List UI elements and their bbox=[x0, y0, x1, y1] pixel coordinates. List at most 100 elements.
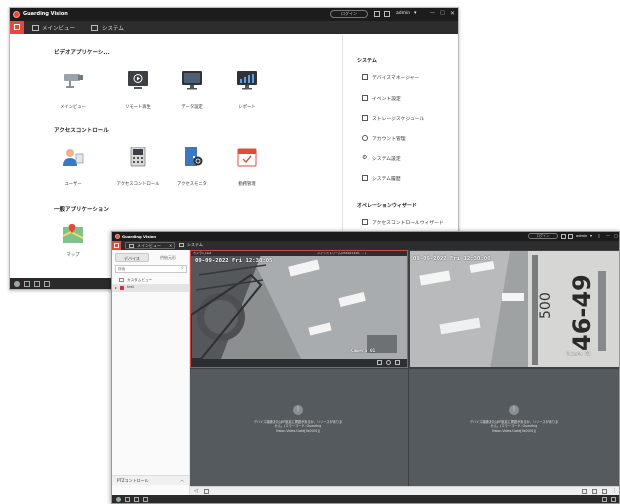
tile-label: リモート再生 bbox=[125, 105, 151, 110]
minimize-icon[interactable]: — bbox=[606, 233, 610, 238]
tile-label: データ設定 bbox=[181, 105, 203, 110]
tree-item-test[interactable]: ▸ test bbox=[112, 284, 189, 292]
osd-timestamp: 09-09-2022 Fri 12:30:05 bbox=[195, 258, 273, 264]
expand-icon[interactable]: ▸ bbox=[115, 285, 117, 290]
maximize-icon[interactable]: □ bbox=[440, 10, 445, 16]
snapshot-icon[interactable] bbox=[377, 360, 382, 365]
system-icon bbox=[91, 25, 98, 31]
volume-icon[interactable] bbox=[34, 281, 40, 287]
more-icon[interactable]: ⋮ bbox=[612, 488, 617, 494]
door-monitor-icon bbox=[185, 147, 203, 166]
close-icon[interactable]: ✕ bbox=[450, 10, 455, 17]
stop-all-icon[interactable] bbox=[204, 489, 209, 494]
close-tab-icon[interactable]: × bbox=[169, 243, 172, 248]
tab-device[interactable]: デバイス bbox=[115, 253, 149, 262]
cell-header: カメラ1_test メインストリーム(2560x1440, ... ) bbox=[191, 251, 407, 256]
chevron-up-icon[interactable]: ︿ bbox=[180, 477, 184, 483]
video-cell-2[interactable]: 500 46-49 09-09-2022 Fri 12:30:06 Camera… bbox=[409, 250, 619, 368]
live-view-window: Guarding Vision ログイン admin ▾ ▯ — □ メインビュ… bbox=[111, 231, 620, 504]
tab-system[interactable]: システム bbox=[102, 24, 124, 32]
tree-item-custom-view[interactable]: カスタムビュー bbox=[115, 277, 187, 284]
user-name[interactable]: admin bbox=[396, 11, 410, 16]
status-bar bbox=[112, 495, 619, 503]
monitor-icon bbox=[182, 71, 202, 90]
user-dropdown-icon[interactable]: ▾ bbox=[414, 10, 417, 16]
minimize-icon[interactable]: — bbox=[430, 10, 435, 16]
layout-icon[interactable] bbox=[582, 489, 587, 494]
lock-icon[interactable] bbox=[568, 234, 573, 239]
search-input[interactable] bbox=[115, 265, 187, 273]
lock-icon[interactable] bbox=[24, 281, 30, 287]
device-panel: デバイス 供給元形 ⌕ カスタムビュー ▸ test PTZコントロール ︿ bbox=[112, 250, 190, 495]
monitor-icon[interactable] bbox=[561, 234, 566, 239]
login-badge[interactable]: ログイン bbox=[528, 233, 558, 239]
volume-icon[interactable]: ◁ bbox=[194, 488, 198, 494]
lock-icon[interactable] bbox=[384, 11, 390, 17]
main-view-icon bbox=[129, 244, 134, 248]
tab-source-type[interactable]: 供給元形 bbox=[151, 253, 185, 262]
sidebar-item-label: デバイスマネージャー bbox=[372, 76, 420, 81]
folder-icon bbox=[119, 278, 124, 282]
app-logo-icon bbox=[115, 234, 120, 239]
storage-icon bbox=[362, 115, 368, 121]
section-title-video: ビデオアプリケーシ... bbox=[54, 50, 110, 56]
fullscreen-icon[interactable] bbox=[602, 489, 607, 494]
calendar-icon bbox=[237, 148, 257, 167]
login-badge[interactable]: ログイン bbox=[330, 10, 368, 18]
tile-label: アクセスコントロール bbox=[116, 182, 160, 187]
nav-bar: メインビュー システム bbox=[10, 21, 458, 34]
access-terminal-icon bbox=[130, 147, 146, 167]
tab-main-view[interactable]: メインビュー × bbox=[125, 242, 175, 249]
sidebar-item-label: イベント設定 bbox=[372, 97, 401, 102]
camera-2-feed: 500 46-49 bbox=[410, 251, 619, 367]
tab-system[interactable]: システム bbox=[187, 242, 203, 248]
gear-icon: ⚙ bbox=[362, 154, 368, 161]
home-button[interactable] bbox=[112, 241, 121, 250]
svg-text:500: 500 bbox=[538, 292, 554, 319]
alarm-icon[interactable] bbox=[14, 281, 20, 287]
cell-stream-info: メインストリーム(2560x1440, ... ) bbox=[317, 251, 366, 255]
more-icon[interactable] bbox=[395, 360, 400, 365]
video-cell-1[interactable]: カメラ1_test メインストリーム(2560x1440, ... ) 09-0… bbox=[190, 250, 408, 368]
home-button[interactable] bbox=[10, 21, 24, 34]
device-icon bbox=[120, 286, 124, 290]
ptz-control-bar[interactable]: PTZコントロール ︿ bbox=[112, 475, 189, 485]
sidebar-wizard-title: オペレーションウィザード bbox=[357, 203, 417, 209]
user-dropdown-icon[interactable]: ▾ bbox=[590, 233, 592, 238]
section-title-access-control: アクセスコントロール bbox=[54, 128, 109, 134]
monitor-icon[interactable] bbox=[374, 11, 380, 17]
svg-text:46-49: 46-49 bbox=[568, 274, 596, 351]
video-grid: カメラ1_test メインストリーム(2560x1440, ... ) 09-0… bbox=[190, 250, 619, 495]
settings-icon[interactable] bbox=[44, 281, 50, 287]
live-toolbar: ◁ ⋮ bbox=[190, 486, 619, 495]
main-view-icon bbox=[32, 25, 39, 31]
info-icon: ! bbox=[509, 405, 519, 415]
wizard-icon bbox=[362, 219, 368, 225]
settings-icon[interactable] bbox=[143, 497, 148, 502]
lock-icon[interactable] bbox=[125, 497, 130, 502]
cctv-camera-icon bbox=[64, 74, 83, 88]
cell-camera-name: カメラ1_test bbox=[193, 251, 212, 255]
volume-icon[interactable] bbox=[134, 497, 139, 502]
osd-camera-name: Camera 01 bbox=[566, 352, 591, 357]
title-bar: Guarding Vision ログイン admin ▾ — □ ✕ bbox=[10, 8, 458, 21]
notification-icon[interactable]: ▯ bbox=[598, 233, 600, 238]
record-icon[interactable] bbox=[386, 360, 391, 365]
video-cell-4[interactable]: ! デバイス接続またはIP設定に問題があるか、リソースがありません。(エラーコー… bbox=[409, 369, 619, 495]
pin-icon[interactable] bbox=[602, 497, 607, 502]
split-screen-icon[interactable] bbox=[592, 489, 597, 494]
search-icon[interactable]: ⌕ bbox=[181, 265, 184, 271]
video-cell-3[interactable]: ! デバイス接続またはIP設定に問題があるか、リソースがありません。(エラーコー… bbox=[190, 369, 408, 495]
system-icon bbox=[179, 243, 184, 247]
log-icon bbox=[362, 175, 368, 181]
tab-main-view[interactable]: メインビュー bbox=[42, 24, 75, 32]
expand-icon[interactable] bbox=[611, 497, 616, 502]
device-icon bbox=[362, 74, 368, 80]
grid-icon bbox=[114, 243, 119, 248]
osd-camera-name: Camera 01 bbox=[351, 349, 376, 354]
alarm-icon[interactable] bbox=[116, 497, 121, 502]
info-icon: ! bbox=[293, 405, 303, 415]
user-name[interactable]: admin bbox=[576, 234, 587, 238]
user-icon bbox=[63, 149, 84, 166]
maximize-icon[interactable]: □ bbox=[614, 233, 618, 238]
